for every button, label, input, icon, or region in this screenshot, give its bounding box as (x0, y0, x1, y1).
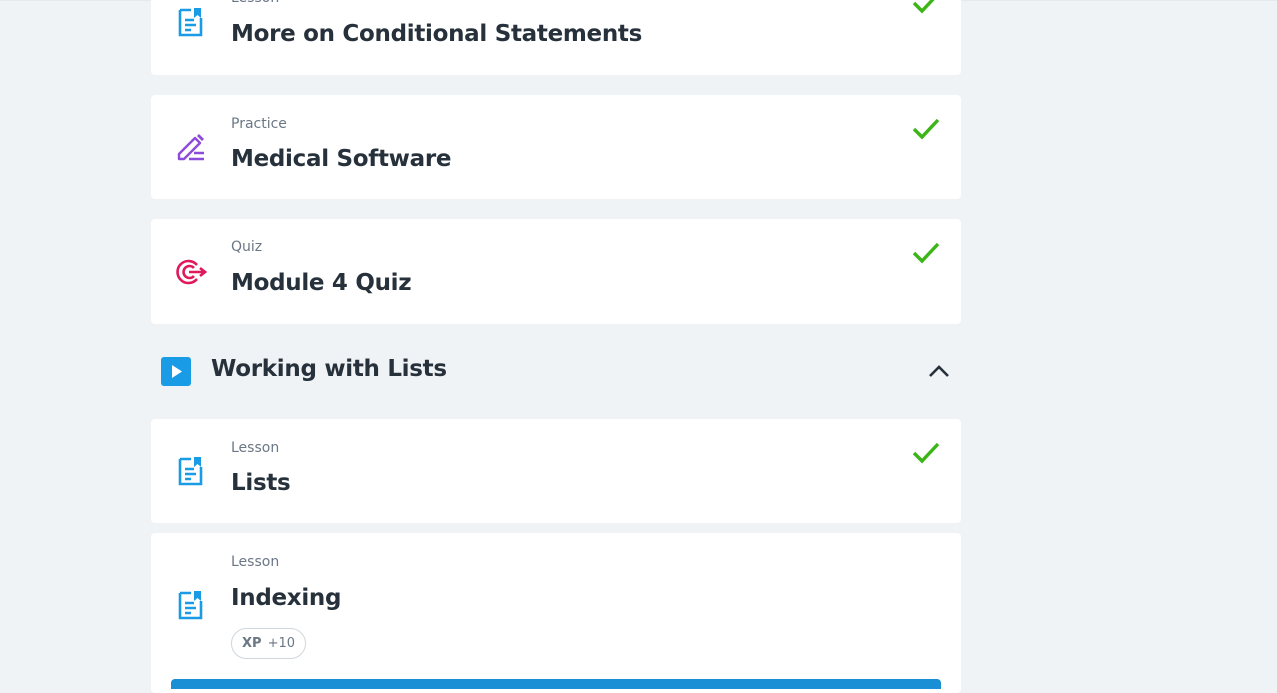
lesson-card-lists[interactable]: Lesson Lists (151, 419, 961, 523)
item-title[interactable]: Medical Software (231, 146, 451, 172)
practice-pencil-icon (177, 134, 204, 161)
lesson-document-icon (178, 591, 203, 620)
lesson-document-icon (178, 8, 203, 37)
item-kind-label: Practice (231, 116, 287, 132)
item-title[interactable]: Lists (231, 470, 291, 496)
xp-badge: XP +10 (231, 628, 306, 659)
section-title: Working with Lists (211, 356, 447, 382)
completed-check-icon (912, 442, 940, 464)
item-title[interactable]: Module 4 Quiz (231, 270, 412, 296)
item-kind-label: Lesson (231, 440, 280, 456)
xp-label: XP (242, 636, 262, 651)
item-kind-label: Lesson (231, 0, 279, 6)
item-title[interactable]: Indexing (231, 585, 341, 611)
item-kind-label: Quiz (231, 239, 263, 255)
item-title[interactable]: More on Conditional Statements (231, 21, 642, 47)
section-header-working-with-lists[interactable]: Working with Lists (151, 346, 961, 396)
start-button-edge[interactable] (171, 679, 941, 689)
completed-check-icon (912, 118, 940, 140)
completed-check-icon (912, 242, 940, 264)
lesson-card-indexing[interactable]: Lesson Indexing XP +10 (151, 533, 961, 693)
quiz-target-icon (176, 259, 207, 285)
lesson-card-conditional-statements[interactable]: Lesson More on Conditional Statements (151, 0, 961, 75)
xp-value: +10 (267, 636, 295, 651)
chevron-up-icon[interactable] (927, 361, 951, 381)
play-icon (161, 357, 191, 386)
item-kind-label: Lesson (231, 554, 280, 570)
completed-check-icon (912, 0, 935, 14)
practice-card-medical-software[interactable]: Practice Medical Software (151, 95, 961, 199)
quiz-card-module-4[interactable]: Quiz Module 4 Quiz (151, 219, 961, 324)
lesson-document-icon (178, 457, 203, 486)
